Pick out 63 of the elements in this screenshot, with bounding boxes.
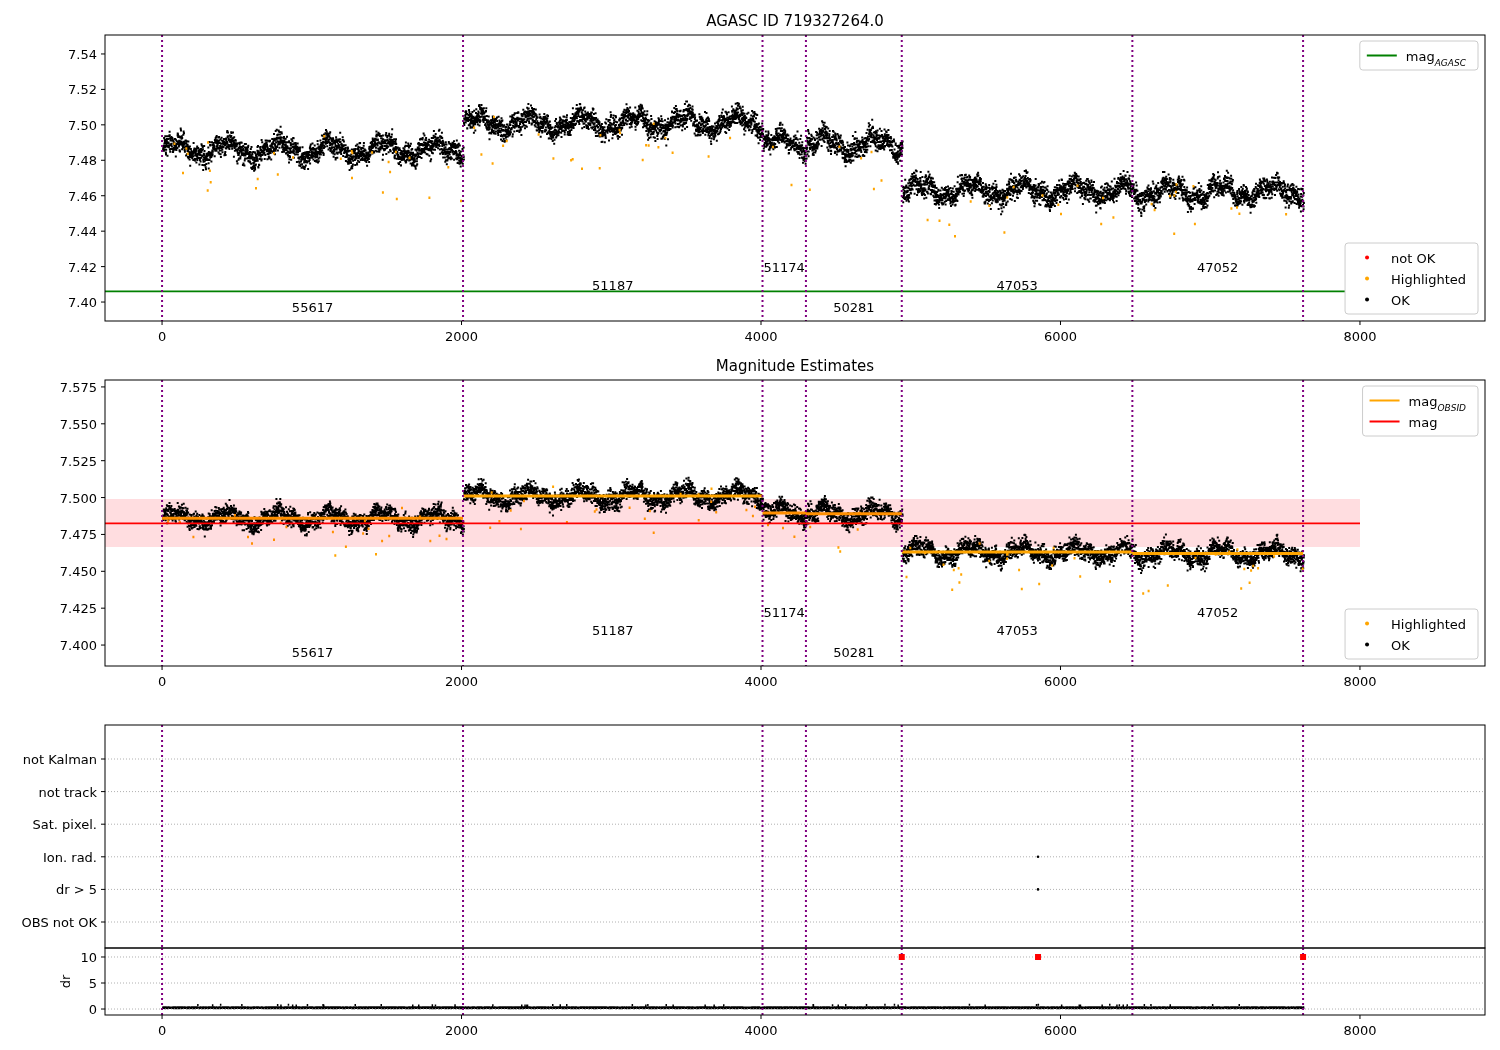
tick-label: 7.525 [59, 453, 97, 469]
tick-label: 7.450 [59, 564, 97, 580]
tick-label: 8000 [1343, 1023, 1377, 1038]
segment-label: 47053 [996, 623, 1038, 638]
segment-label: 55617 [291, 300, 334, 315]
tick-label: 8000 [1343, 329, 1377, 344]
legend-label: not OK [1391, 250, 1436, 266]
tick-label: 7.500 [59, 490, 97, 506]
legend-label: OK [1391, 292, 1410, 308]
segment-label: 51187 [592, 623, 634, 638]
legend-label: Highlighted [1391, 271, 1466, 287]
chart-title: Magnitude Estimates [715, 357, 875, 375]
axis-label: dr [58, 974, 73, 989]
tick-label: dr > 5 [55, 882, 97, 898]
tick-label: OBS not OK [21, 915, 97, 930]
tick-label: 0 [157, 1023, 167, 1038]
chart-title: AGASC ID 719327264.0 [706, 12, 884, 30]
segment-label: 51174 [763, 605, 805, 620]
tick-label: 7.48 [68, 153, 97, 169]
tick-label: 8000 [1343, 674, 1377, 689]
legend-label: mag$_{OBSID}$ [1408, 393, 1466, 413]
tick-label: 0 [157, 674, 167, 689]
tick-label: 4000 [744, 674, 778, 689]
segment-label: 51174 [763, 260, 805, 275]
tick-label: 7.42 [68, 259, 97, 275]
tick-label: not Kalman [22, 752, 97, 767]
tick-label: 7.475 [59, 527, 97, 543]
tick-label: 7.575 [59, 379, 97, 395]
tick-label: 7.44 [68, 224, 97, 240]
segment-label: 47052 [1197, 605, 1239, 620]
tick-label: 2000 [445, 329, 479, 344]
tick-label: 0 [88, 1002, 97, 1017]
segment-label: 50281 [833, 645, 875, 660]
legend-label: mag$_{AGASC}$ [1405, 48, 1466, 68]
segment-label: 47052 [1197, 260, 1239, 275]
legend-label: mag [1408, 414, 1438, 430]
tick-label: Ion. rad. [43, 849, 97, 865]
tick-label: 7.425 [59, 601, 97, 617]
segment-label: 50281 [833, 300, 875, 315]
tick-label: 4000 [744, 329, 778, 344]
tick-label: 7.550 [59, 416, 97, 432]
legend-label: Highlighted [1391, 616, 1466, 632]
tick-label: 7.400 [59, 638, 97, 654]
tick-label: 7.46 [68, 188, 97, 204]
segment-label: 55617 [291, 645, 334, 660]
tick-label: not track [38, 784, 97, 800]
tick-label: 5 [88, 976, 97, 991]
legend-label: OK [1391, 637, 1410, 653]
tick-label: 6000 [1043, 1023, 1078, 1038]
tick-label: 4000 [744, 1023, 778, 1038]
segment-label: 47053 [996, 278, 1038, 293]
tick-label: 6000 [1043, 329, 1078, 344]
tick-label: 7.54 [68, 46, 97, 62]
tick-label: 2000 [445, 674, 479, 689]
segment-label: 51187 [592, 278, 634, 293]
tick-label: 7.52 [68, 82, 97, 98]
tick-label: 2000 [445, 1023, 479, 1038]
tick-label: 7.50 [68, 117, 97, 133]
tick-label: 10 [80, 950, 97, 965]
tick-label: 7.40 [68, 295, 97, 311]
tick-label: Sat. pixel. [32, 817, 97, 833]
tick-label: 0 [157, 329, 167, 344]
tick-label: 6000 [1043, 674, 1078, 689]
